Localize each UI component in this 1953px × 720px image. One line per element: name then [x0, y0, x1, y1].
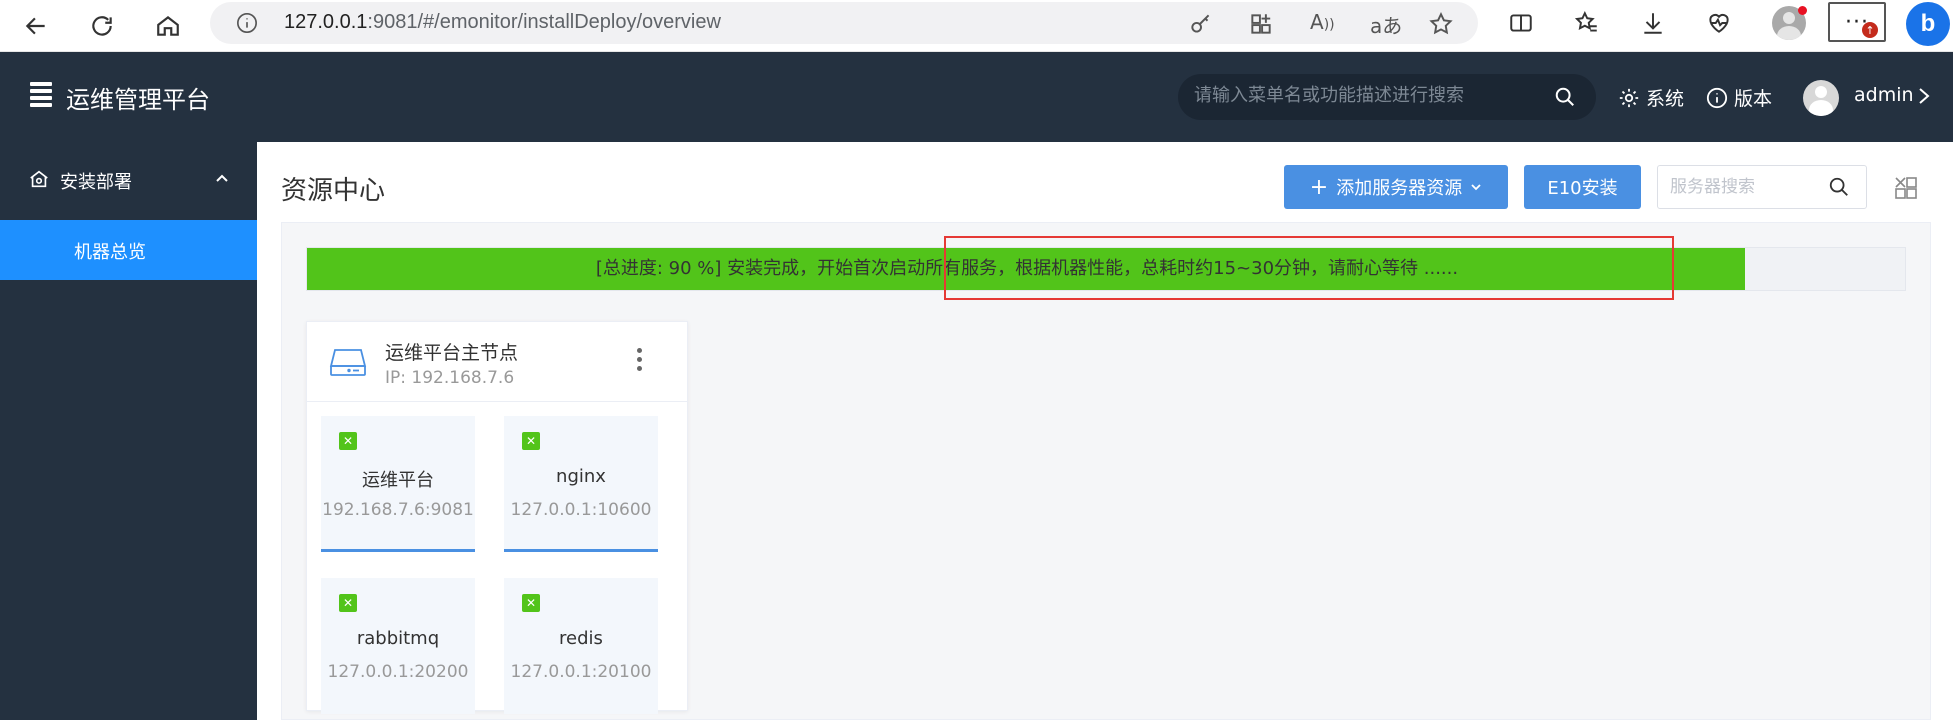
- server-card-header: 运维平台主节点 IP: 192.168.7.6: [307, 322, 687, 402]
- service-status-icon: ✕: [522, 594, 540, 612]
- menu-logo-icon[interactable]: [30, 82, 52, 108]
- service-name: redis: [559, 628, 603, 649]
- sidebar-group-install-deploy[interactable]: 安装部署: [0, 142, 257, 220]
- back-icon[interactable]: [16, 6, 56, 46]
- add-server-resource-button[interactable]: + 添加服务器资源: [1284, 165, 1508, 209]
- version-menu[interactable]: 版本: [1706, 84, 1772, 111]
- service-status-icon: ✕: [522, 432, 540, 450]
- e10-install-button[interactable]: E10安装: [1524, 165, 1641, 209]
- install-progress-bar: [总进度: 90 %] 安装完成，开始首次启动所有服务，根据机器性能，总耗时约1…: [306, 236, 1906, 300]
- downloads-icon[interactable]: [1638, 8, 1668, 38]
- refresh-icon[interactable]: [82, 6, 122, 46]
- server-card-ip: IP: 192.168.7.6: [385, 368, 515, 388]
- system-label: 系统: [1646, 88, 1685, 110]
- search-icon[interactable]: [1828, 176, 1850, 198]
- apps-icon[interactable]: [1248, 11, 1274, 37]
- server-icon: [329, 349, 367, 376]
- chevron-up-icon[interactable]: [214, 170, 230, 186]
- chevron-right-icon[interactable]: [1916, 86, 1932, 106]
- resource-panel: [总进度: 90 %] 安装完成，开始首次启动所有服务，根据机器性能，总耗时约1…: [281, 222, 1931, 720]
- service-address: 192.168.7.6:9081: [322, 500, 474, 520]
- menu-search-box[interactable]: [1178, 74, 1596, 120]
- user-avatar[interactable]: [1803, 80, 1839, 116]
- add-server-resource-label: 添加服务器资源: [1336, 178, 1463, 199]
- service-name: rabbitmq: [356, 628, 440, 649]
- profile-notification-dot: [1798, 6, 1807, 15]
- read-aloud-icon[interactable]: A)): [1310, 10, 1335, 34]
- address-bar[interactable]: 127.0.0.1:9081/#/emonitor/installDeploy/…: [210, 2, 1478, 44]
- favorite-star-icon[interactable]: [1428, 11, 1454, 37]
- version-label: 版本: [1734, 88, 1773, 110]
- app-title: 运维管理平台: [66, 86, 210, 114]
- layout-toggle-icon[interactable]: [1894, 176, 1918, 200]
- deploy-icon: [30, 170, 48, 188]
- app-header: 运维管理平台 系统 版本 admin: [0, 52, 1953, 142]
- service-tile-rabbitmq[interactable]: ✕ rabbitmq 127.0.0.1:20200: [321, 578, 475, 714]
- server-search-box[interactable]: [1657, 165, 1867, 209]
- server-card[interactable]: 运维平台主节点 IP: 192.168.7.6 ✕ 运维平台 192.168.7…: [306, 321, 688, 714]
- server-search-input[interactable]: [1670, 177, 1820, 197]
- service-address: 127.0.0.1:10600: [510, 500, 652, 520]
- update-badge-icon: ↑: [1862, 22, 1878, 38]
- server-card-title: 运维平台主节点: [385, 342, 519, 364]
- more-menu-button[interactable]: ···: [1828, 2, 1886, 42]
- page-title: 资源中心: [281, 176, 386, 206]
- service-tile-nginx[interactable]: ✕ nginx 127.0.0.1:10600: [504, 416, 658, 552]
- bing-icon[interactable]: b: [1906, 2, 1950, 46]
- user-name[interactable]: admin: [1854, 84, 1914, 106]
- system-menu[interactable]: 系统: [1618, 84, 1684, 111]
- translate-icon[interactable]: aあ: [1370, 10, 1402, 39]
- service-status-icon: ✕: [339, 432, 357, 450]
- sidebar: 安装部署 机器总览: [0, 142, 257, 720]
- service-underline: [321, 549, 475, 552]
- chevron-down-icon: [1471, 184, 1481, 191]
- service-underline: [504, 549, 658, 552]
- sidebar-item-label: 机器总览: [74, 242, 146, 263]
- sidebar-item-machine-overview[interactable]: 机器总览: [0, 220, 257, 280]
- gear-icon: [1619, 88, 1639, 107]
- service-address: 127.0.0.1:20100: [510, 662, 652, 682]
- performance-heart-icon[interactable]: [1704, 8, 1734, 38]
- site-info-icon[interactable]: [236, 12, 258, 34]
- service-address: 127.0.0.1:20200: [327, 662, 469, 682]
- highlight-annotation-box: [944, 236, 1674, 300]
- sidebar-group-label: 安装部署: [60, 172, 132, 193]
- plus-icon: +: [1309, 174, 1329, 200]
- service-name: 运维平台: [362, 470, 434, 491]
- service-status-icon: ✕: [339, 594, 357, 612]
- home-icon[interactable]: [148, 6, 188, 46]
- service-tile-ops-platform[interactable]: ✕ 运维平台 192.168.7.6:9081: [321, 416, 475, 552]
- menu-search-input[interactable]: [1194, 85, 1534, 106]
- key-icon[interactable]: [1188, 11, 1214, 37]
- main-content: 资源中心 + 添加服务器资源 E10安装 [总进度: 90 %] 安装完成，开始…: [257, 142, 1953, 720]
- browser-toolbar: 127.0.0.1:9081/#/emonitor/installDeploy/…: [0, 0, 1953, 52]
- split-screen-icon[interactable]: [1506, 8, 1536, 38]
- url-text: 127.0.0.1:9081/#/emonitor/installDeploy/…: [284, 11, 721, 33]
- more-vertical-icon[interactable]: [635, 348, 643, 374]
- service-name: nginx: [556, 466, 606, 487]
- search-icon[interactable]: [1554, 86, 1576, 108]
- info-icon: [1706, 87, 1728, 108]
- favorites-icon[interactable]: [1572, 8, 1602, 38]
- service-tile-redis[interactable]: ✕ redis 127.0.0.1:20100: [504, 578, 658, 714]
